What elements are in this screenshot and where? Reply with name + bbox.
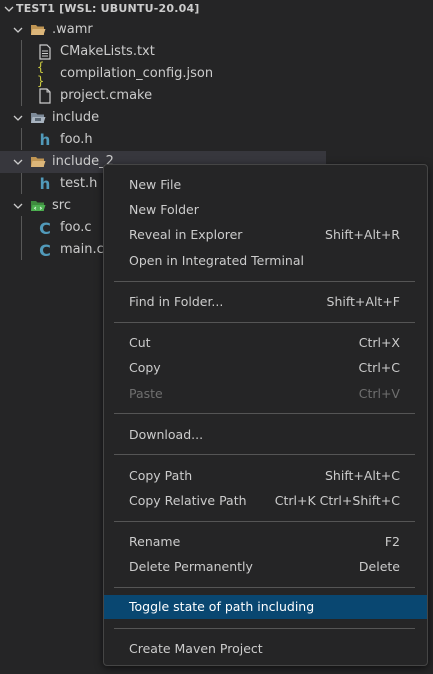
tree-folder-wamr[interactable]: .wamr: [0, 19, 326, 41]
chevron-down-icon: [13, 27, 23, 33]
menu-item-new-file[interactable]: New File: [104, 173, 427, 197]
menu-item-rename[interactable]: Rename F2: [104, 530, 427, 554]
menu-item-label: Reveal in Explorer: [129, 227, 243, 242]
menu-item-cut[interactable]: Cut Ctrl+X: [104, 331, 427, 355]
menu-separator: [114, 413, 415, 414]
menu-item-label: New Folder: [129, 202, 199, 217]
tree-file-project-cmake[interactable]: project.cmake: [0, 85, 326, 107]
menu-item-label: Cut: [129, 335, 151, 350]
menu-item-create-maven-project[interactable]: Create Maven Project: [104, 637, 427, 661]
menu-item-copy[interactable]: Copy Ctrl+C: [104, 356, 427, 380]
tree-item-label: project.cmake: [60, 88, 153, 103]
context-menu: New File New Folder Reveal in Explorer S…: [103, 164, 428, 666]
menu-item-shortcut: Ctrl+C: [358, 360, 400, 375]
menu-item-label: Paste: [129, 386, 163, 401]
menu-item-reveal-in-explorer[interactable]: Reveal in Explorer Shift+Alt+R: [104, 223, 427, 247]
menu-separator: [114, 521, 415, 522]
menu-item-toggle-path-including[interactable]: Toggle state of path including: [104, 595, 427, 619]
menu-item-download[interactable]: Download...: [104, 423, 427, 447]
menu-item-copy-relative-path[interactable]: Copy Relative Path Ctrl+K Ctrl+Shift+C: [104, 489, 427, 513]
menu-item-paste[interactable]: Paste Ctrl+V: [104, 382, 427, 406]
tree-item-label: main.c: [60, 242, 104, 257]
menu-item-label: Find in Folder...: [129, 294, 224, 309]
c-file-icon: C: [39, 240, 51, 260]
folder-open-icon: [30, 22, 46, 38]
menu-item-shortcut: Ctrl+X: [358, 335, 400, 350]
menu-item-shortcut: Shift+Alt+F: [326, 294, 400, 309]
tree-item-label: include: [52, 110, 100, 125]
menu-item-new-folder[interactable]: New Folder: [104, 198, 427, 222]
tree-item-label: compilation_config.json: [60, 66, 214, 81]
menu-separator: [114, 454, 415, 455]
menu-item-label: Copy Path: [129, 468, 193, 483]
tree-folder-include[interactable]: include: [0, 107, 326, 129]
header-file-icon: h: [39, 131, 51, 149]
c-file-icon: C: [39, 218, 51, 238]
menu-item-copy-path[interactable]: Copy Path Shift+Alt+C: [104, 464, 427, 488]
json-braces-icon: { }: [37, 60, 45, 88]
menu-item-label: New File: [129, 177, 182, 192]
tree-file-compilation-config[interactable]: { } compilation_config.json: [0, 60, 326, 88]
menu-item-delete-permanently[interactable]: Delete Permanently Delete: [104, 555, 427, 579]
menu-item-label: Create Maven Project: [129, 641, 263, 656]
explorer-root-header[interactable]: TEST1 [WSL: UBUNTU-20.04]: [0, 0, 326, 18]
menu-separator: [114, 322, 415, 323]
explorer-root-title: TEST1 [WSL: UBUNTU-20.04]: [16, 2, 200, 15]
tree-item-label: .wamr: [52, 22, 93, 37]
tree-file-foo-h[interactable]: h foo.h: [0, 129, 326, 151]
menu-item-shortcut: Ctrl+K Ctrl+Shift+C: [274, 493, 400, 508]
menu-item-label: Download...: [129, 427, 204, 442]
tree-item-label: CMakeLists.txt: [60, 44, 155, 59]
document-icon: [37, 88, 53, 104]
menu-item-label: Copy Relative Path: [129, 493, 247, 508]
menu-item-shortcut: Shift+Alt+C: [324, 468, 400, 483]
menu-item-shortcut: F2: [384, 534, 400, 549]
document-lines-icon: [37, 44, 53, 60]
chevron-down-icon: [13, 115, 23, 121]
menu-separator: [114, 587, 415, 588]
menu-item-label: Rename: [129, 534, 181, 549]
tree-item-label: foo.c: [60, 220, 92, 235]
menu-separator: [114, 281, 415, 282]
folder-open-icon: [30, 154, 46, 170]
menu-separator: [114, 628, 415, 629]
menu-item-shortcut: Ctrl+V: [358, 386, 400, 401]
tree-item-label: src: [52, 198, 71, 213]
menu-item-label: Copy: [129, 360, 161, 375]
chevron-down-icon: [13, 203, 23, 209]
menu-item-shortcut: Shift+Alt+R: [325, 227, 400, 242]
menu-item-shortcut: Delete: [358, 559, 400, 574]
menu-item-label: Delete Permanently: [129, 559, 253, 574]
menu-item-open-in-terminal[interactable]: Open in Integrated Terminal: [104, 249, 427, 273]
chevron-down-icon: [4, 6, 14, 12]
menu-item-label: Open in Integrated Terminal: [129, 253, 304, 268]
menu-item-find-in-folder[interactable]: Find in Folder... Shift+Alt+F: [104, 290, 427, 314]
chevron-down-icon: [13, 159, 23, 165]
header-file-icon: h: [39, 175, 51, 193]
tree-item-label: foo.h: [60, 132, 93, 147]
menu-item-label: Toggle state of path including: [129, 599, 315, 614]
tree-item-label: test.h: [60, 176, 98, 191]
folder-src-icon: [30, 198, 46, 214]
folder-include-icon: [30, 110, 46, 126]
